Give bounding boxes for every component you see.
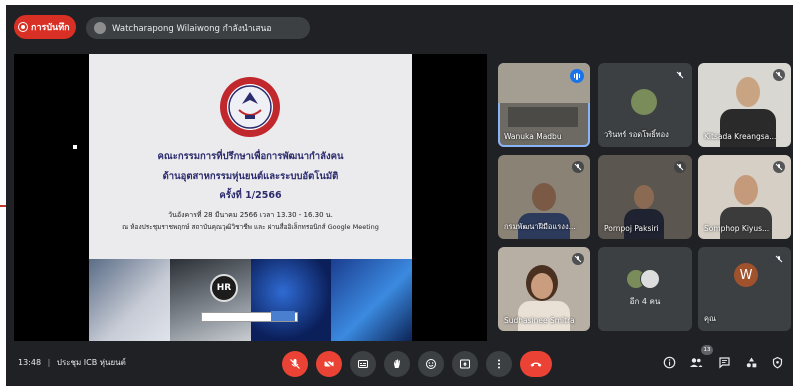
camera-toggle-button[interactable] [316,351,342,377]
self-tile[interactable]: W คุณ [698,247,791,331]
meeting-control-bar: 13:48 | ประชุม ICB หุ่นยนต์ 13 [6,345,793,386]
center-controls [282,351,552,377]
people-button[interactable] [687,353,705,371]
participant-name: Sudhasinee Smitra [504,316,575,325]
mic-off-icon [773,69,785,81]
hr-photo [169,259,251,341]
mic-toggle-button[interactable] [282,351,308,377]
mic-off-icon [674,161,686,173]
presenter-avatar [94,22,106,34]
slide-venue: ณ ห้องประชุมราชพฤกษ์ สถาบันคุณวุฒิวิชาชี… [122,223,379,231]
camera-off-icon [324,359,334,369]
participant-name: Kitsada Kreangsa... [704,132,777,141]
presentation-stage[interactable]: คณะกรรมการที่ปรึกษาเพื่อการพัฒนากำลังคน … [14,54,487,341]
slide-date: วันอังคารที่ 28 มีนาคม 2566 เวลา 13.30 -… [168,211,333,219]
participant-tile[interactable]: Somphop Kiyus... [698,155,791,239]
globe-photo [250,259,332,341]
institute-logo [220,77,280,137]
person-body [720,109,776,147]
person-face [634,185,654,209]
chat-button[interactable] [715,353,733,371]
mic-off-icon [572,161,584,173]
activities-icon [746,357,756,367]
person-face [532,183,556,211]
hr-badge: HR [210,274,238,302]
meet-window: การบันทึก Watcharapong Wilaiwong กำลังนำ… [6,5,793,386]
person-face [736,77,760,107]
slide-search-button [271,311,295,321]
emoji-icon [426,359,436,369]
hang-up-icon [530,362,542,367]
host-controls-icon [772,356,782,368]
meeting-name: ประชุม ICB หุ่นยนต์ [56,358,126,367]
recording-indicator[interactable]: การบันทึก [14,15,76,39]
activities-button[interactable] [742,353,760,371]
participant-name: Wanuka Madbu [504,132,562,141]
meeting-time: 13:48 [18,358,42,367]
chat-icon [718,356,730,369]
slide-title-line-3: ครั้งที่ 1/2566 [219,190,282,201]
presentation-slide: คณะกรรมการที่ปรึกษาเพื่อการพัฒนากำลังคน … [89,54,412,341]
person-face [531,273,553,299]
captions-icon [358,360,368,368]
mic-off-icon [773,161,785,173]
mic-off-icon [290,359,300,369]
hand-icon [394,359,400,368]
slide-title-line-2: ด้านอุตสาหกรรมหุ่นยนต์และระบบอัตโนมัติ [162,171,339,182]
participant-tile[interactable]: Kitsada Kreangsa... [698,63,791,147]
participant-tile[interactable]: กรมพัฒนาฝีมือแรงง... [498,155,590,239]
more-options-button[interactable] [486,351,512,377]
presenter-text: Watcharapong Wilaiwong กำลังนำเสนอ [112,24,272,34]
slide-title-line-1: คณะกรรมการที่ปรึกษาเพื่อการพัฒนากำลังคน [157,151,344,162]
avatar [631,89,657,115]
meeting-details-button[interactable] [660,353,678,371]
people-icon [690,357,703,367]
more-participants-tile[interactable]: อีก 4 คน [598,247,692,331]
presenter-banner[interactable]: Watcharapong Wilaiwong กำลังนำเสนอ [86,17,310,39]
meeting-info: 13:48 | ประชุม ICB หุ่นยนต์ [18,356,126,369]
person-face [734,175,758,205]
participant-name: Somphop Kiyus... [704,224,770,233]
meeting-separator: | [47,358,51,367]
slide-image-strip [89,259,412,341]
cursor-pointer [73,145,77,149]
captions-button[interactable] [350,351,376,377]
record-icon [18,22,28,32]
participant-tile[interactable]: Sudhasinee Smitra [498,247,590,331]
host-controls-button[interactable] [768,353,786,371]
tech-photo [331,259,412,341]
participant-tile[interactable]: Wanuka Madbu [498,63,590,147]
participant-name: คุณ [704,314,716,323]
person-body [720,207,772,239]
participant-tile[interactable]: Pornpoj Paksiri [598,155,692,239]
more-vert-icon [498,359,500,369]
mic-off-icon [572,253,584,265]
info-icon [663,356,675,368]
raise-hand-button[interactable] [384,351,410,377]
participant-name: กรมพัฒนาฝีมือแรงง... [504,222,576,231]
participant-tile[interactable]: วรินทร์ รอดโพธิ์ทอง [598,63,692,147]
mic-off-icon [674,69,686,81]
more-participants-label: อีก 4 คน [629,297,661,306]
speaking-indicator-icon [570,69,584,83]
avatar [640,269,660,289]
laptop-photo [89,259,170,341]
participant-name: วรินทร์ รอดโพธิ์ทอง [604,130,669,139]
reactions-button[interactable] [418,351,444,377]
participant-name: Pornpoj Paksiri [604,224,659,233]
self-avatar: W [734,263,758,287]
present-icon [460,359,470,369]
present-button[interactable] [452,351,478,377]
mic-off-icon [773,253,785,265]
recording-label: การบันทึก [31,23,70,33]
leave-call-button[interactable] [520,351,552,377]
